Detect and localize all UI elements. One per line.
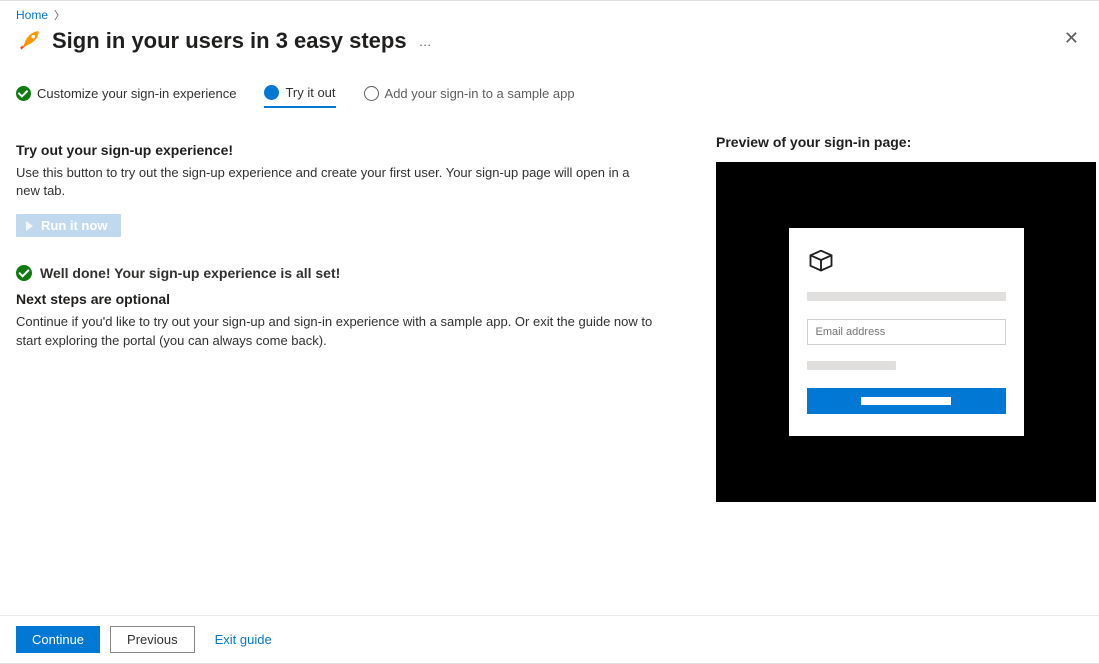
more-button[interactable]: … — [419, 34, 434, 49]
page-header: Sign in your users in 3 easy steps … ✕ — [0, 23, 1099, 63]
package-icon — [807, 246, 835, 274]
continue-button[interactable]: Continue — [16, 626, 100, 653]
breadcrumb: Home 〉 — [0, 1, 1099, 23]
run-it-now-label: Run it now — [41, 218, 107, 233]
preview-button-label-placeholder — [861, 397, 951, 405]
main-right-column: Preview of your sign-in page: — [716, 134, 1096, 502]
well-done-status: Well done! Your sign-up experience is al… — [16, 265, 656, 281]
empty-circle-icon — [364, 86, 379, 101]
exit-guide-link[interactable]: Exit guide — [215, 632, 272, 647]
well-done-text: Well done! Your sign-up experience is al… — [40, 265, 340, 281]
try-out-description: Use this button to try out the sign-up e… — [16, 164, 656, 200]
next-steps-description: Continue if you'd like to try out your s… — [16, 313, 656, 349]
preview-signin-card — [789, 228, 1024, 436]
try-out-heading: Try out your sign-up experience! — [16, 142, 656, 158]
play-icon — [26, 221, 33, 231]
page-title: Sign in your users in 3 easy steps — [52, 28, 407, 54]
close-button[interactable]: ✕ — [1064, 29, 1079, 47]
main-left-column: Try out your sign-up experience! Use thi… — [16, 134, 656, 502]
preview-heading: Preview of your sign-in page: — [716, 134, 1096, 150]
wizard-step-label: Customize your sign-in experience — [37, 86, 236, 101]
preview-frame — [716, 162, 1096, 502]
wizard-step-label: Try it out — [285, 85, 335, 100]
wizard-step-try-it-out[interactable]: Try it out — [264, 85, 335, 108]
preview-subtext-placeholder — [807, 361, 897, 370]
preview-email-input[interactable] — [807, 319, 1006, 345]
rocket-icon — [16, 27, 44, 55]
breadcrumb-home-link[interactable]: Home — [16, 8, 48, 22]
check-circle-icon — [16, 265, 32, 281]
check-circle-icon — [16, 86, 31, 101]
wizard-step-add-sample[interactable]: Add your sign-in to a sample app — [364, 86, 575, 107]
footer: Continue Previous Exit guide — [0, 615, 1099, 663]
preview-heading-placeholder — [807, 292, 1006, 301]
wizard-step-label: Add your sign-in to a sample app — [385, 86, 575, 101]
chevron-right-icon: 〉 — [54, 7, 65, 23]
wizard-step-customize[interactable]: Customize your sign-in experience — [16, 86, 236, 107]
filled-circle-icon — [264, 85, 279, 100]
next-steps-heading: Next steps are optional — [16, 291, 656, 307]
wizard-steps: Customize your sign-in experience Try it… — [0, 63, 1099, 114]
run-it-now-button[interactable]: Run it now — [16, 214, 121, 237]
previous-button[interactable]: Previous — [110, 626, 195, 653]
preview-primary-button[interactable] — [807, 388, 1006, 414]
